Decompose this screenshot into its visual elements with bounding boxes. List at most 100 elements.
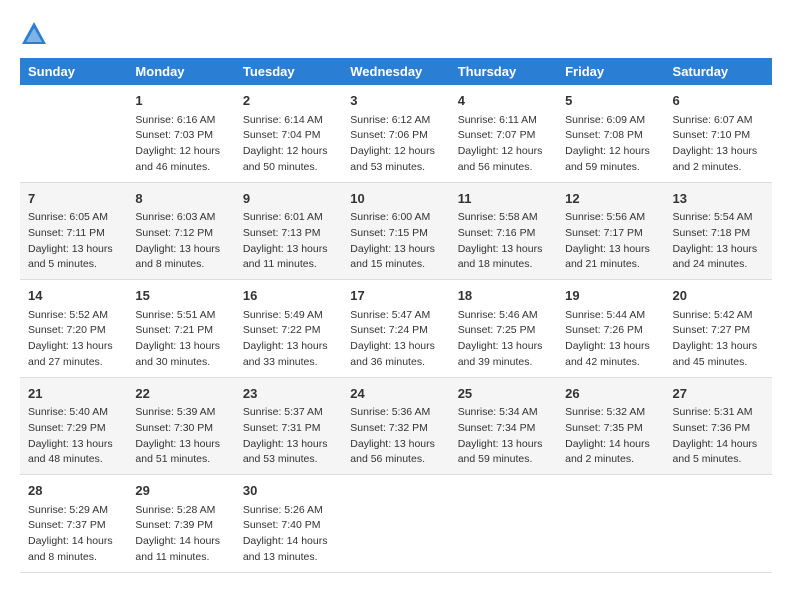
calendar-cell: 16Sunrise: 5:49 AMSunset: 7:22 PMDayligh… bbox=[235, 280, 342, 378]
day-number: 25 bbox=[458, 384, 549, 404]
calendar-cell bbox=[665, 475, 772, 573]
day-info: Sunrise: 5:39 AMSunset: 7:30 PMDaylight:… bbox=[135, 405, 226, 468]
calendar-cell: 8Sunrise: 6:03 AMSunset: 7:12 PMDaylight… bbox=[127, 182, 234, 280]
day-number: 1 bbox=[135, 91, 226, 111]
calendar-cell: 26Sunrise: 5:32 AMSunset: 7:35 PMDayligh… bbox=[557, 377, 664, 475]
week-row-1: 1Sunrise: 6:16 AMSunset: 7:03 PMDaylight… bbox=[20, 85, 772, 182]
calendar-cell: 13Sunrise: 5:54 AMSunset: 7:18 PMDayligh… bbox=[665, 182, 772, 280]
day-info: Sunrise: 6:07 AMSunset: 7:10 PMDaylight:… bbox=[673, 113, 764, 176]
day-info: Sunrise: 5:58 AMSunset: 7:16 PMDaylight:… bbox=[458, 210, 549, 273]
day-number: 19 bbox=[565, 286, 656, 306]
day-number: 17 bbox=[350, 286, 441, 306]
day-info: Sunrise: 5:56 AMSunset: 7:17 PMDaylight:… bbox=[565, 210, 656, 273]
day-info: Sunrise: 6:14 AMSunset: 7:04 PMDaylight:… bbox=[243, 113, 334, 176]
calendar-cell: 2Sunrise: 6:14 AMSunset: 7:04 PMDaylight… bbox=[235, 85, 342, 182]
calendar-cell: 19Sunrise: 5:44 AMSunset: 7:26 PMDayligh… bbox=[557, 280, 664, 378]
calendar-cell bbox=[450, 475, 557, 573]
day-number: 4 bbox=[458, 91, 549, 111]
day-number: 20 bbox=[673, 286, 764, 306]
day-number: 14 bbox=[28, 286, 119, 306]
page-header bbox=[20, 20, 772, 48]
day-number: 13 bbox=[673, 189, 764, 209]
col-header-friday: Friday bbox=[557, 58, 664, 85]
calendar-cell: 29Sunrise: 5:28 AMSunset: 7:39 PMDayligh… bbox=[127, 475, 234, 573]
day-number: 16 bbox=[243, 286, 334, 306]
day-number: 6 bbox=[673, 91, 764, 111]
day-info: Sunrise: 5:26 AMSunset: 7:40 PMDaylight:… bbox=[243, 503, 334, 566]
calendar-cell: 18Sunrise: 5:46 AMSunset: 7:25 PMDayligh… bbox=[450, 280, 557, 378]
calendar-cell: 6Sunrise: 6:07 AMSunset: 7:10 PMDaylight… bbox=[665, 85, 772, 182]
calendar-cell: 3Sunrise: 6:12 AMSunset: 7:06 PMDaylight… bbox=[342, 85, 449, 182]
day-number: 27 bbox=[673, 384, 764, 404]
col-header-sunday: Sunday bbox=[20, 58, 127, 85]
col-header-wednesday: Wednesday bbox=[342, 58, 449, 85]
day-info: Sunrise: 5:36 AMSunset: 7:32 PMDaylight:… bbox=[350, 405, 441, 468]
day-number: 3 bbox=[350, 91, 441, 111]
day-info: Sunrise: 5:42 AMSunset: 7:27 PMDaylight:… bbox=[673, 308, 764, 371]
col-header-monday: Monday bbox=[127, 58, 234, 85]
calendar-cell: 14Sunrise: 5:52 AMSunset: 7:20 PMDayligh… bbox=[20, 280, 127, 378]
calendar-cell: 28Sunrise: 5:29 AMSunset: 7:37 PMDayligh… bbox=[20, 475, 127, 573]
day-info: Sunrise: 6:16 AMSunset: 7:03 PMDaylight:… bbox=[135, 113, 226, 176]
calendar-table: SundayMondayTuesdayWednesdayThursdayFrid… bbox=[20, 58, 772, 573]
day-info: Sunrise: 5:28 AMSunset: 7:39 PMDaylight:… bbox=[135, 503, 226, 566]
day-info: Sunrise: 5:46 AMSunset: 7:25 PMDaylight:… bbox=[458, 308, 549, 371]
calendar-cell: 25Sunrise: 5:34 AMSunset: 7:34 PMDayligh… bbox=[450, 377, 557, 475]
calendar-cell: 30Sunrise: 5:26 AMSunset: 7:40 PMDayligh… bbox=[235, 475, 342, 573]
calendar-cell: 1Sunrise: 6:16 AMSunset: 7:03 PMDaylight… bbox=[127, 85, 234, 182]
day-info: Sunrise: 5:44 AMSunset: 7:26 PMDaylight:… bbox=[565, 308, 656, 371]
day-info: Sunrise: 5:49 AMSunset: 7:22 PMDaylight:… bbox=[243, 308, 334, 371]
calendar-cell: 21Sunrise: 5:40 AMSunset: 7:29 PMDayligh… bbox=[20, 377, 127, 475]
day-number: 11 bbox=[458, 189, 549, 209]
calendar-cell: 7Sunrise: 6:05 AMSunset: 7:11 PMDaylight… bbox=[20, 182, 127, 280]
day-info: Sunrise: 5:47 AMSunset: 7:24 PMDaylight:… bbox=[350, 308, 441, 371]
day-number: 2 bbox=[243, 91, 334, 111]
calendar-cell: 5Sunrise: 6:09 AMSunset: 7:08 PMDaylight… bbox=[557, 85, 664, 182]
day-info: Sunrise: 5:31 AMSunset: 7:36 PMDaylight:… bbox=[673, 405, 764, 468]
day-number: 28 bbox=[28, 481, 119, 501]
day-info: Sunrise: 6:05 AMSunset: 7:11 PMDaylight:… bbox=[28, 210, 119, 273]
day-number: 10 bbox=[350, 189, 441, 209]
calendar-cell bbox=[20, 85, 127, 182]
day-info: Sunrise: 6:09 AMSunset: 7:08 PMDaylight:… bbox=[565, 113, 656, 176]
calendar-cell: 15Sunrise: 5:51 AMSunset: 7:21 PMDayligh… bbox=[127, 280, 234, 378]
day-number: 18 bbox=[458, 286, 549, 306]
calendar-cell: 11Sunrise: 5:58 AMSunset: 7:16 PMDayligh… bbox=[450, 182, 557, 280]
col-header-saturday: Saturday bbox=[665, 58, 772, 85]
day-info: Sunrise: 6:01 AMSunset: 7:13 PMDaylight:… bbox=[243, 210, 334, 273]
day-info: Sunrise: 6:11 AMSunset: 7:07 PMDaylight:… bbox=[458, 113, 549, 176]
calendar-cell: 20Sunrise: 5:42 AMSunset: 7:27 PMDayligh… bbox=[665, 280, 772, 378]
week-row-3: 14Sunrise: 5:52 AMSunset: 7:20 PMDayligh… bbox=[20, 280, 772, 378]
calendar-cell: 27Sunrise: 5:31 AMSunset: 7:36 PMDayligh… bbox=[665, 377, 772, 475]
day-info: Sunrise: 5:40 AMSunset: 7:29 PMDaylight:… bbox=[28, 405, 119, 468]
header-row: SundayMondayTuesdayWednesdayThursdayFrid… bbox=[20, 58, 772, 85]
calendar-cell bbox=[557, 475, 664, 573]
day-info: Sunrise: 5:37 AMSunset: 7:31 PMDaylight:… bbox=[243, 405, 334, 468]
calendar-cell bbox=[342, 475, 449, 573]
col-header-tuesday: Tuesday bbox=[235, 58, 342, 85]
day-number: 8 bbox=[135, 189, 226, 209]
day-number: 26 bbox=[565, 384, 656, 404]
day-number: 24 bbox=[350, 384, 441, 404]
day-info: Sunrise: 5:54 AMSunset: 7:18 PMDaylight:… bbox=[673, 210, 764, 273]
col-header-thursday: Thursday bbox=[450, 58, 557, 85]
calendar-cell: 9Sunrise: 6:01 AMSunset: 7:13 PMDaylight… bbox=[235, 182, 342, 280]
day-info: Sunrise: 5:51 AMSunset: 7:21 PMDaylight:… bbox=[135, 308, 226, 371]
calendar-cell: 10Sunrise: 6:00 AMSunset: 7:15 PMDayligh… bbox=[342, 182, 449, 280]
calendar-cell: 23Sunrise: 5:37 AMSunset: 7:31 PMDayligh… bbox=[235, 377, 342, 475]
calendar-cell: 22Sunrise: 5:39 AMSunset: 7:30 PMDayligh… bbox=[127, 377, 234, 475]
calendar-cell: 17Sunrise: 5:47 AMSunset: 7:24 PMDayligh… bbox=[342, 280, 449, 378]
day-info: Sunrise: 5:32 AMSunset: 7:35 PMDaylight:… bbox=[565, 405, 656, 468]
day-info: Sunrise: 5:29 AMSunset: 7:37 PMDaylight:… bbox=[28, 503, 119, 566]
day-info: Sunrise: 5:34 AMSunset: 7:34 PMDaylight:… bbox=[458, 405, 549, 468]
logo bbox=[20, 20, 52, 48]
day-number: 30 bbox=[243, 481, 334, 501]
day-number: 23 bbox=[243, 384, 334, 404]
day-number: 12 bbox=[565, 189, 656, 209]
calendar-cell: 24Sunrise: 5:36 AMSunset: 7:32 PMDayligh… bbox=[342, 377, 449, 475]
day-number: 7 bbox=[28, 189, 119, 209]
day-info: Sunrise: 6:03 AMSunset: 7:12 PMDaylight:… bbox=[135, 210, 226, 273]
day-number: 5 bbox=[565, 91, 656, 111]
day-number: 29 bbox=[135, 481, 226, 501]
week-row-5: 28Sunrise: 5:29 AMSunset: 7:37 PMDayligh… bbox=[20, 475, 772, 573]
